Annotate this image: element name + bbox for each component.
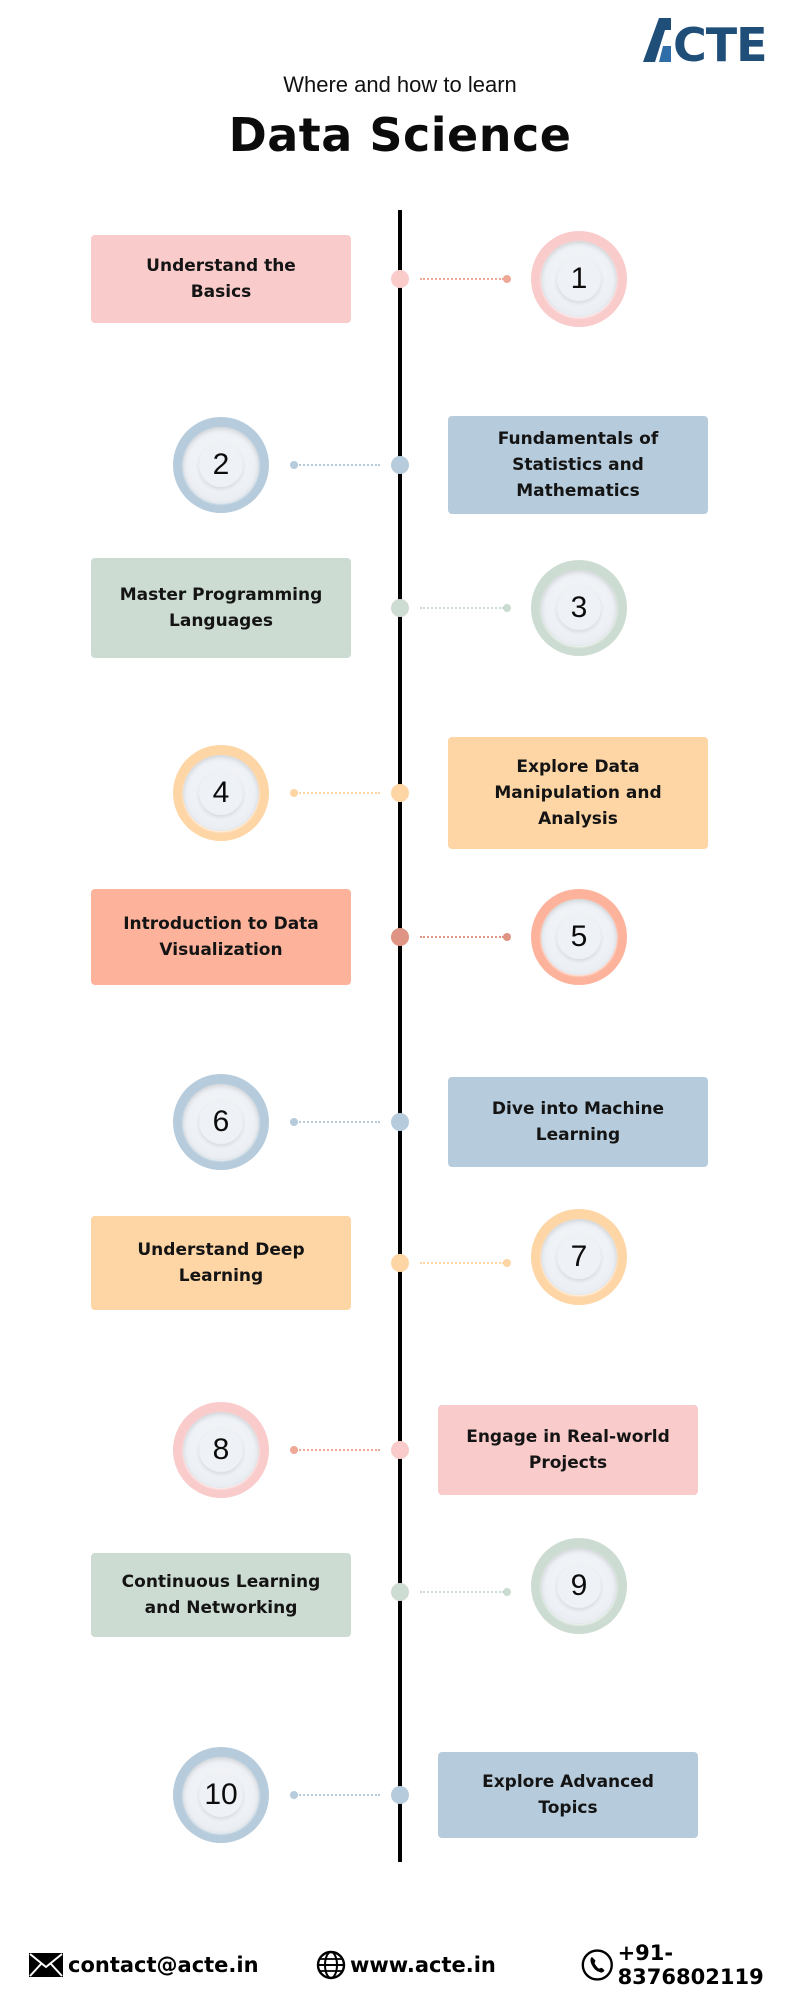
step-label-box: Explore Advanced Topics <box>438 1752 698 1838</box>
step-label-box: Understand the Basics <box>91 235 351 323</box>
step-label-box: Engage in Real-world Projects <box>438 1405 698 1495</box>
connector-line <box>420 607 504 609</box>
timeline-node <box>391 1254 409 1272</box>
step-number: 6 <box>212 1105 230 1138</box>
step-number: 4 <box>212 776 230 809</box>
connector-line <box>296 1794 380 1796</box>
step-label: Dive into Machine Learning <box>491 1099 665 1145</box>
step-label: Explore Advanced Topics <box>482 1772 654 1818</box>
timeline-node <box>391 784 409 802</box>
page-title: Data Science <box>228 108 572 162</box>
step-number-badge: 4 <box>173 745 269 841</box>
step-label: Explore Data Manipulation and Analysis <box>494 757 662 829</box>
step-number: 3 <box>570 591 588 624</box>
connector-line <box>296 792 380 794</box>
step-label-box: Understand Deep Learning <box>91 1216 351 1310</box>
step-label-box: Introduction to Data Visualization <box>91 889 351 985</box>
footer-email-text[interactable]: contact@acte.in <box>68 1953 259 1977</box>
globe-icon <box>316 1950 346 1980</box>
page-subtitle: Where and how to learn <box>283 72 517 97</box>
connector-dot <box>503 1588 511 1596</box>
connector-dot <box>290 1118 298 1126</box>
step-label: Introduction to Data Visualization <box>123 914 319 960</box>
connector-line <box>420 936 504 938</box>
step-number-badge: 7 <box>531 1209 627 1305</box>
acte-logo-mark: CTE <box>643 18 768 72</box>
timeline-node <box>391 1113 409 1131</box>
connector-dot <box>290 461 298 469</box>
connector-line <box>420 1262 504 1264</box>
connector-line <box>420 1591 504 1593</box>
connector-dot <box>503 933 511 941</box>
step-number-badge: 1 <box>531 231 627 327</box>
step-number-badge: 2 <box>173 417 269 513</box>
step-number: 1 <box>570 262 588 295</box>
step-label: Engage in Real-world Projects <box>466 1427 670 1473</box>
timeline-node <box>391 270 409 288</box>
step-number: 9 <box>570 1569 588 1602</box>
footer-email[interactable]: contact@acte.in <box>28 1948 259 1982</box>
step-label: Continuous Learning and Networking <box>121 1572 321 1618</box>
step-number: 7 <box>570 1240 588 1273</box>
step-label: Understand the Basics <box>146 256 296 302</box>
step-label-box: Master Programming Languages <box>91 558 351 658</box>
connector-line <box>420 278 504 280</box>
envelope-icon <box>29 1953 63 1977</box>
step-number-badge: 3 <box>531 560 627 656</box>
step-number-badge: 6 <box>173 1074 269 1170</box>
connector-dot <box>290 1791 298 1799</box>
step-label-box: Dive into Machine Learning <box>448 1077 708 1167</box>
step-number-badge: 10 <box>173 1747 269 1843</box>
step-label: Fundamentals of Statistics and Mathemati… <box>497 429 659 501</box>
step-number-badge: 5 <box>531 889 627 985</box>
timeline-node <box>391 1441 409 1459</box>
step-number-badge: 9 <box>531 1538 627 1634</box>
timeline-node <box>391 1786 409 1804</box>
step-label-box: Fundamentals of Statistics and Mathemati… <box>448 416 708 514</box>
step-number: 2 <box>212 448 230 481</box>
step-label: Master Programming Languages <box>119 585 323 631</box>
footer-website[interactable]: www.acte.in <box>316 1948 496 1982</box>
step-label-box: Continuous Learning and Networking <box>91 1553 351 1637</box>
step-number: 10 <box>204 1778 238 1811</box>
footer-phone[interactable]: +91-8376802119 <box>581 1941 800 1989</box>
footer-website-text[interactable]: www.acte.in <box>350 1953 496 1977</box>
step-label: Understand Deep Learning <box>137 1240 305 1286</box>
step-number: 8 <box>212 1433 230 1466</box>
connector-dot <box>503 275 511 283</box>
connector-line <box>296 464 380 466</box>
connector-dot <box>290 789 298 797</box>
acte-logo: CTE <box>641 16 775 72</box>
step-number: 5 <box>570 920 588 953</box>
step-label-box: Explore Data Manipulation and Analysis <box>448 737 708 849</box>
phone-icon <box>581 1949 613 1981</box>
connector-dot <box>503 1259 511 1267</box>
connector-dot <box>290 1446 298 1454</box>
connector-line <box>296 1449 380 1451</box>
connector-line <box>296 1121 380 1123</box>
svg-text:CTE: CTE <box>673 18 767 64</box>
footer-phone-text[interactable]: +91-8376802119 <box>618 1941 800 1989</box>
connector-dot <box>503 604 511 612</box>
timeline-node <box>391 599 409 617</box>
timeline-node <box>391 928 409 946</box>
step-number-badge: 8 <box>173 1402 269 1498</box>
timeline-node <box>391 1583 409 1601</box>
timeline-node <box>391 456 409 474</box>
